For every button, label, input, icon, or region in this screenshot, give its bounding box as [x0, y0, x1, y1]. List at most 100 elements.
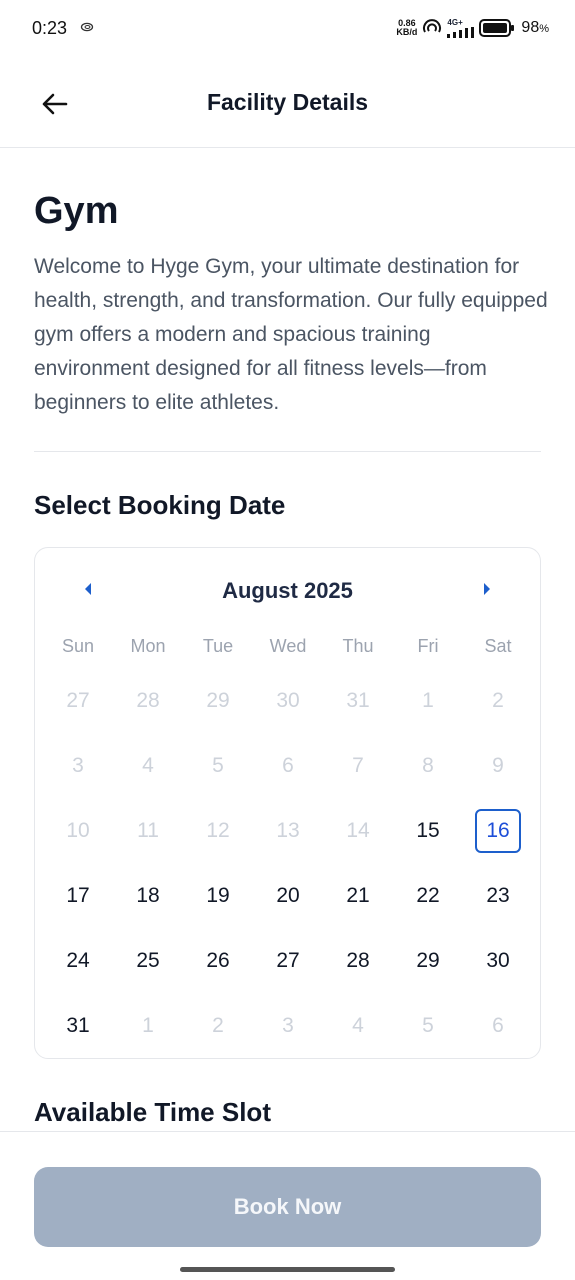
calendar-day-disabled: 30	[253, 668, 323, 733]
weekday-label: Tue	[202, 636, 234, 656]
calendar-day-label: 26	[206, 948, 230, 972]
weekday-label: Mon	[130, 636, 166, 656]
calendar-day[interactable]: 27	[253, 928, 323, 993]
calendar-day-disabled: 10	[43, 798, 113, 863]
weekday-header: Sun Mon Tue Wed Thu Fri Sat	[43, 636, 533, 657]
calendar-day-label: 3	[72, 753, 84, 777]
network-type: 4G+	[447, 18, 463, 27]
calendar-day-label: 30	[276, 688, 300, 712]
calendar-day-label: 10	[66, 818, 90, 842]
calendar-day[interactable]: 31	[43, 993, 113, 1058]
calendar-day-label: 7	[352, 753, 364, 777]
calendar-day-disabled: 11	[113, 798, 183, 863]
calendar-day-label: 20	[276, 883, 300, 907]
calendar-day-label: 8	[422, 753, 434, 777]
calendar-day-disabled: 1	[393, 668, 463, 733]
calendar-day[interactable]: 15	[393, 798, 463, 863]
calendar-day-label: 15	[416, 818, 440, 842]
facility-description: Welcome to Hyge Gym, your ultimate desti…	[34, 255, 548, 414]
calendar-day[interactable]: 22	[393, 863, 463, 928]
weekday-label: Fri	[417, 636, 439, 656]
calendar-day-label: 4	[142, 753, 154, 777]
calendar-day-disabled: 6	[253, 733, 323, 798]
calendar-day-label: 6	[282, 753, 294, 777]
calendar-day-label: 2	[492, 688, 504, 712]
calendar-day-label: 1	[142, 1013, 154, 1037]
calendar-day[interactable]: 29	[393, 928, 463, 993]
status-time: 0:23	[32, 18, 68, 38]
booking-calendar: August 2025 Sun Mon Tue Wed Thu Fri Sat 27 28 29…	[34, 547, 541, 1059]
calendar-day-label: 14	[346, 818, 370, 842]
calendar-day-disabled: 9	[463, 733, 533, 798]
calendar-day-label: 29	[206, 688, 230, 712]
calendar-days-grid: 27 28 29 30 31 1 2 3 4 5 6 7 8 9 10 11 12 13 14 15 16 17 18 19 2…	[43, 668, 533, 1058]
calendar-day-label: 11	[137, 818, 159, 842]
calendar-day[interactable]: 30	[463, 928, 533, 993]
book-now-button[interactable]: Book Now	[34, 1167, 541, 1247]
calendar-day-label: 27	[276, 948, 300, 972]
weekday-label: Thu	[342, 636, 374, 656]
calendar-day-disabled: 31	[323, 668, 393, 733]
calendar-day-disabled: 1	[113, 993, 183, 1058]
calendar-day[interactable]: 23	[463, 863, 533, 928]
calendar-day-label: 4	[352, 1013, 364, 1037]
calendar-day-label: 30	[486, 948, 510, 972]
calendar-day[interactable]: 28	[323, 928, 393, 993]
page-title: Facility Details	[206, 89, 369, 115]
network-speed-unit: KB/d	[396, 27, 418, 37]
calendar-day-disabled: 2	[463, 668, 533, 733]
calendar-day-label: 21	[346, 883, 370, 907]
weekday-label: Wed	[269, 636, 307, 656]
calendar-day[interactable]: 19	[183, 863, 253, 928]
calendar-day[interactable]: 17	[43, 863, 113, 928]
caret-right-icon	[484, 583, 490, 595]
calendar-day[interactable]: 21	[323, 863, 393, 928]
status-bar: 0:23 0.86 KB/d 4G+ 98%	[0, 0, 575, 58]
battery-percent: 98%	[521, 19, 549, 37]
calendar-day[interactable]: 18	[113, 863, 183, 928]
status-indicators: 0.86 KB/d 4G+ 98%	[396, 16, 549, 40]
link-icon	[80, 22, 94, 32]
calendar-day-label: 24	[66, 948, 90, 972]
calendar-day-label: 16	[475, 808, 521, 853]
calendar-day-disabled: 28	[113, 668, 183, 733]
calendar-day-label: 6	[492, 1013, 504, 1037]
battery-percent-value: 98	[521, 19, 540, 36]
calendar-day[interactable]: 24	[43, 928, 113, 993]
calendar-day-disabled: 12	[183, 798, 253, 863]
calendar-day-label: 27	[66, 688, 90, 712]
battery-icon	[479, 19, 515, 37]
calendar-day[interactable]: 25	[113, 928, 183, 993]
calendar-day-label: 28	[136, 688, 160, 712]
calendar-day-disabled: 4	[113, 733, 183, 798]
calendar-day-label: 1	[422, 688, 434, 712]
calendar-day-disabled: 13	[253, 798, 323, 863]
calendar-day-label: 5	[212, 753, 224, 777]
weekday-label: Sat	[484, 636, 512, 656]
battery-percent-unit: %	[539, 23, 549, 35]
calendar-day-label: 13	[276, 818, 300, 842]
footer-bar: Book Now	[0, 1131, 575, 1280]
calendar-day-disabled: 4	[323, 993, 393, 1058]
calendar-day[interactable]: 26	[183, 928, 253, 993]
calendar-day-label: 23	[486, 883, 510, 907]
home-indicator	[180, 1267, 395, 1272]
calendar-day-label: 2	[212, 1013, 224, 1037]
calendar-day-label: 12	[206, 818, 230, 842]
calendar-day[interactable]: 20	[253, 863, 323, 928]
next-month-button[interactable]	[474, 576, 500, 602]
calendar-month-label: August 2025	[222, 578, 353, 603]
calendar-day-disabled: 14	[323, 798, 393, 863]
calendar-day-label: 18	[136, 883, 160, 907]
booking-date-title: Select Booking Date	[34, 490, 286, 520]
calendar-day-disabled: 7	[323, 733, 393, 798]
calendar-day-label: 5	[422, 1013, 434, 1037]
calendar-day-label: 28	[346, 948, 370, 972]
calendar-day-disabled: 29	[183, 668, 253, 733]
calendar-day-disabled: 3	[43, 733, 113, 798]
calendar-day-selected[interactable]: 16	[463, 798, 533, 863]
calendar-day-label: 29	[416, 948, 440, 972]
calendar-day-disabled: 27	[43, 668, 113, 733]
time-slot-title: Available Time Slot	[34, 1097, 271, 1127]
calendar-day-disabled: 3	[253, 993, 323, 1058]
